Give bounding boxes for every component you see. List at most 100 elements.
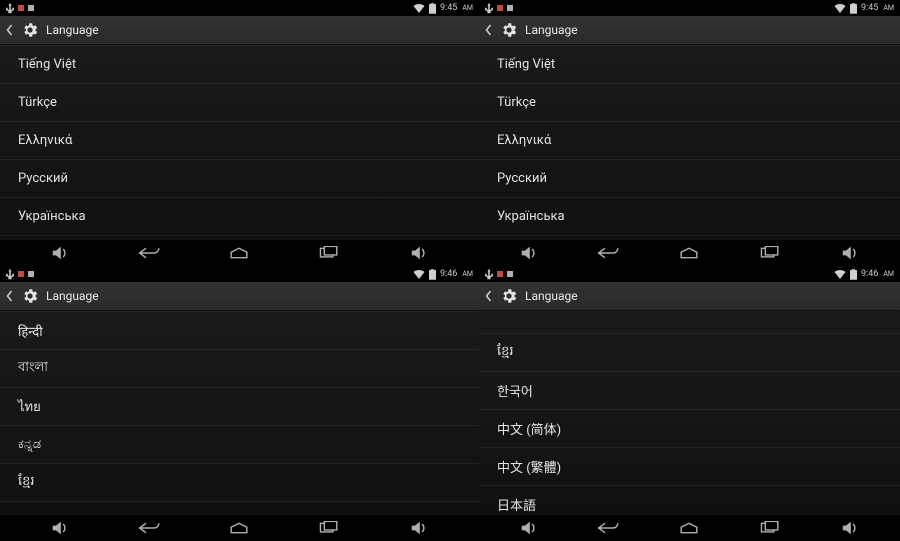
volume-up-button[interactable]: [389, 520, 449, 536]
back-nav-button[interactable]: [120, 246, 180, 260]
language-list[interactable]: Tiếng Việt TürkçeΕλληνικά Русский Українськ…: [0, 45, 479, 240]
language-label: ខ្មែរ: [497, 343, 514, 362]
gear-icon: [500, 287, 518, 305]
volume-down-button[interactable]: [30, 245, 90, 261]
language-option[interactable]: Tiếng Việt: [479, 45, 900, 84]
language-label: Українська: [497, 209, 565, 224]
language-label: Tiếng Việt: [18, 57, 76, 72]
back-button[interactable]: [483, 290, 493, 302]
settings-icon[interactable]: [499, 20, 519, 40]
volume-down-button[interactable]: [499, 245, 559, 261]
language-option[interactable]: ไทย: [0, 388, 479, 426]
back-button[interactable]: [483, 24, 493, 36]
language-option[interactable]: 한국어: [479, 372, 900, 410]
status-indicator-icon: [18, 5, 24, 11]
language-option[interactable]: 日本語: [479, 486, 900, 515]
language-label: Ελληνικά: [497, 133, 551, 148]
recents-nav-button[interactable]: [299, 246, 359, 260]
back-nav-button[interactable]: [579, 521, 639, 535]
language-option[interactable]: Türkçe: [479, 84, 900, 122]
language-option[interactable]: ខ្មែរ: [0, 464, 479, 502]
language-option[interactable]: Türkçe: [0, 84, 479, 122]
settings-icon[interactable]: [499, 286, 519, 306]
gear-icon: [21, 287, 39, 305]
status-bar: 9:46AM: [479, 266, 900, 282]
volume-up-button[interactable]: [820, 245, 880, 261]
wifi-icon: [834, 269, 846, 279]
recents-nav-button[interactable]: [740, 246, 800, 260]
recents-nav-button[interactable]: [740, 521, 800, 535]
language-label: Türkçe: [497, 95, 536, 110]
language-option[interactable]: 中文 (繁體): [479, 448, 900, 486]
home-nav-button[interactable]: [659, 246, 719, 260]
language-option[interactable]: Русский: [479, 160, 900, 198]
wifi-icon: [413, 3, 425, 13]
status-time: 9:45: [440, 3, 457, 13]
volume-up-button[interactable]: [820, 520, 880, 536]
status-indicator-icon: [28, 271, 34, 277]
recents-nav-button[interactable]: [299, 521, 359, 535]
status-time-ampm: AM: [883, 270, 894, 278]
volume-down-button[interactable]: [30, 520, 90, 536]
back-button[interactable]: [4, 290, 14, 302]
status-time-ampm: AM: [462, 4, 473, 12]
settings-icon[interactable]: [20, 20, 40, 40]
language-list[interactable]: Tiếng Việt Türkçe Ελληνικά Русский Українськ…: [479, 45, 900, 240]
battery-icon: [429, 3, 436, 14]
home-nav-button[interactable]: [209, 521, 269, 535]
language-label: 한국어: [497, 381, 533, 400]
language-option[interactable]: Русский: [0, 160, 479, 198]
volume-down-button[interactable]: [499, 520, 559, 536]
status-bar: 9:45 AM: [0, 0, 479, 16]
language-list[interactable]: ខ្មែរ 한국어 中文 (简体) 中文 (繁體) 日本語: [479, 311, 900, 515]
status-indicator-icon: [497, 271, 503, 277]
language-option[interactable]: हिन्दी: [0, 311, 479, 350]
battery-icon: [850, 269, 857, 280]
page-title: Language: [525, 289, 578, 303]
navigation-bar: [479, 240, 900, 266]
language-option[interactable]: Tiếng Việt: [0, 45, 479, 84]
settings-language-panel: 9:46AM Language हिन्दी বাংলা ไทย ಕನ್ನಡ ខ្មែរ: [0, 266, 479, 541]
status-indicator-icon: [28, 5, 34, 11]
language-option[interactable]: Ελληνικά: [0, 122, 479, 160]
language-option[interactable]: ខ្មែរ: [479, 334, 900, 372]
home-nav-button[interactable]: [209, 246, 269, 260]
battery-icon: [850, 3, 857, 14]
language-option[interactable]: Українська: [479, 198, 900, 236]
language-option[interactable]: Українська: [0, 198, 479, 236]
back-nav-button[interactable]: [120, 521, 180, 535]
back-button[interactable]: [4, 24, 14, 36]
status-bar: 9:46AM: [0, 266, 479, 282]
status-time: 9:45: [861, 3, 878, 13]
back-nav-button[interactable]: [579, 246, 639, 260]
language-label: ಕನ್ನಡ: [18, 437, 41, 452]
language-label: 中文 (简体): [497, 419, 561, 438]
language-label: ไทย: [18, 396, 41, 417]
list-item-partial[interactable]: [479, 311, 900, 334]
language-label: বাংলা: [18, 358, 48, 379]
status-indicator-icon: [497, 5, 503, 11]
status-indicator-icon: [507, 271, 513, 277]
battery-icon: [429, 269, 436, 280]
language-label: 日本語: [497, 495, 536, 514]
settings-icon[interactable]: [20, 286, 40, 306]
home-nav-button[interactable]: [659, 521, 719, 535]
language-option[interactable]: ಕನ್ನಡ: [0, 426, 479, 464]
language-option[interactable]: 中文 (简体): [479, 410, 900, 448]
status-bar: 9:45AM: [479, 0, 900, 16]
usb-icon: [6, 269, 14, 280]
language-option[interactable]: বাংলা: [0, 350, 479, 388]
volume-up-button[interactable]: [389, 245, 449, 261]
usb-icon: [485, 269, 493, 280]
status-indicator-icon: [18, 271, 24, 277]
language-label: Русский: [18, 171, 68, 186]
page-title: Language: [46, 289, 99, 303]
page-title: Language: [525, 23, 578, 37]
settings-language-panel: 9:46AM Language ខ្មែរ 한국어 中文 (简体) 中文 (繁體) 日本…: [479, 266, 900, 541]
language-option[interactable]: Ελληνικά: [479, 122, 900, 160]
language-label: Українська: [18, 209, 86, 224]
language-list[interactable]: हिन्दी বাংলা ไทย ಕನ್ನಡ ខ្មែរ: [0, 311, 479, 515]
wifi-icon: [834, 3, 846, 13]
language-label: Русский: [497, 171, 547, 186]
settings-language-panel: 9:45AM Language Tiếng Việt Türkçe Ελληνικά…: [479, 0, 900, 266]
